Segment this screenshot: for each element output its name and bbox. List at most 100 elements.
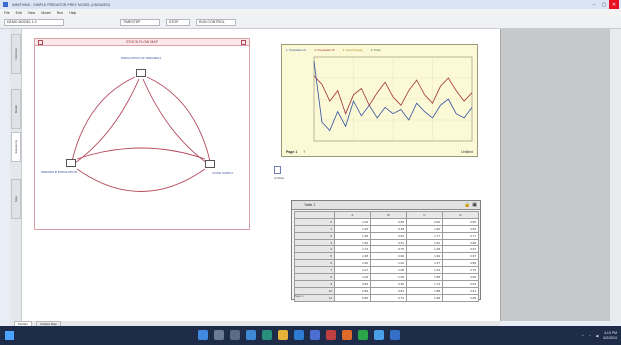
table-lock-icon[interactable]: 🔒 <box>464 202 470 208</box>
table-cell: 1.77 <box>406 231 443 240</box>
menu-help[interactable]: Help <box>69 11 76 15</box>
tab-map-label: Map <box>14 196 18 202</box>
system-tray: ^ ◔ ◀ 4:15 PM 6/2/2024 <box>582 329 617 342</box>
tab-equations[interactable]: Equations <box>11 132 21 162</box>
table-cell: 3.65 <box>442 293 479 302</box>
table-row-header: 6 <box>294 259 335 268</box>
app-green-icon[interactable] <box>358 330 368 340</box>
line-chart-plot <box>313 56 473 142</box>
table-col-header-1: A <box>334 211 371 219</box>
windows-taskbar: ^ ◔ ◀ 4:15 PM 6/2/2024 <box>0 326 621 345</box>
volume-icon[interactable]: ◀ <box>596 334 599 338</box>
file-explorer-icon[interactable] <box>278 330 288 340</box>
network-icon[interactable]: ◔ <box>589 334 591 338</box>
table-cell: 3.97 <box>442 252 479 261</box>
link-c-to-b <box>76 168 206 192</box>
table-panel[interactable]: Table 1 🔒 ▣ ABCD 0 1.00 0.50 2.00 3.50 1 1.25 0… <box>291 200 481 302</box>
menu-run[interactable]: Run <box>57 11 63 15</box>
store-icon[interactable] <box>294 330 304 340</box>
stock-flow-diagram[interactable]: STOCK-FLOW MAP POPULATION OF SPECIES A S… <box>34 38 250 230</box>
menu-file[interactable]: File <box>4 11 10 15</box>
task-view-icon[interactable] <box>230 330 240 340</box>
table-cell: 0.72 <box>370 293 407 302</box>
stock-node-food-supply[interactable] <box>205 160 215 168</box>
vertical-scrollbar[interactable] <box>610 29 621 321</box>
table-row-header: 0 <box>294 217 335 226</box>
close-button[interactable]: ✕ <box>609 0 619 9</box>
table-cell: 3.89 <box>442 238 479 247</box>
table-cell: 0.52 <box>370 231 407 240</box>
table-cell: 1.74 <box>406 279 443 288</box>
tab-interface[interactable]: Interface <box>11 34 21 74</box>
table-row: 3 1.66 0.61 1.62 3.89 <box>294 238 479 247</box>
maximize-button[interactable]: ▢ <box>599 0 609 9</box>
table-cell: 0.89 <box>334 286 371 295</box>
table-row: 9 0.93 0.96 1.74 3.63 <box>294 279 479 288</box>
table-cell: 3.79 <box>442 266 479 275</box>
table-cell: 1.90 <box>406 224 443 233</box>
line-chart-panel[interactable]: 1: Population A 2: Population B 3: Food … <box>281 44 478 157</box>
minimize-button[interactable]: – <box>589 0 599 9</box>
tab-model[interactable]: Model <box>11 89 21 129</box>
table-cell: 1.00 <box>334 217 371 226</box>
table-cell: 1.27 <box>334 266 371 275</box>
table-cell: 0.48 <box>370 224 407 233</box>
table-export-icon[interactable]: ▣ <box>472 202 477 208</box>
table-cell: 0.93 <box>334 279 371 288</box>
legend-item-2: 2: Population B <box>314 48 335 52</box>
app-orange-icon[interactable] <box>342 330 352 340</box>
table-cell: 1.66 <box>334 238 371 247</box>
table-cell: 1.74 <box>334 245 371 254</box>
menu-model[interactable]: Model <box>41 11 51 15</box>
edge-icon[interactable] <box>262 330 272 340</box>
table-cell: 3.69 <box>442 273 479 281</box>
search-taskbar-icon[interactable] <box>214 330 224 340</box>
left-tab-strip: Interface Model Equations Map <box>10 29 22 321</box>
stock-node-species-b[interactable] <box>66 159 76 167</box>
table-row: 2 1.48 0.52 1.77 3.77 <box>294 231 479 240</box>
stock-label-food-supply: FOOD SUPPLY <box>212 171 234 175</box>
table-row: 6 1.50 1.02 1.37 3.89 <box>294 259 479 268</box>
link-b-to-a <box>74 78 140 164</box>
model-name-field[interactable]: DEMO MODEL 1.0 <box>4 18 64 26</box>
chart-page-label[interactable]: Page 1 <box>286 150 297 154</box>
table-cell: 1.50 <box>334 259 371 268</box>
clock[interactable]: 4:15 PM 6/2/2024 <box>603 331 617 340</box>
tab-equations-label: Equations <box>14 140 18 154</box>
chart-footer: Page 1 ? Untitled <box>282 148 477 156</box>
table-cell: 0.90 <box>370 252 407 261</box>
widgets-icon[interactable] <box>246 330 256 340</box>
app-active-icon[interactable] <box>390 330 400 340</box>
app-blue-icon[interactable] <box>374 330 384 340</box>
stock-node-species-a[interactable] <box>136 69 146 77</box>
mail-icon[interactable] <box>310 330 320 340</box>
menu-view[interactable]: View <box>28 11 36 15</box>
start-menu-icon[interactable] <box>198 330 208 340</box>
legend-item-4: 4: Total <box>370 48 381 52</box>
timestep-field[interactable]: TIMESTEP <box>120 18 160 26</box>
clock-date: 6/2/2024 <box>603 335 617 340</box>
table-cell: 0.96 <box>370 279 407 288</box>
table-row-header: 5 <box>294 252 335 261</box>
search-icon[interactable] <box>5 331 14 340</box>
table-cell: 1.02 <box>370 259 407 268</box>
link-b-to-c <box>76 147 206 160</box>
table-row-header: 4 <box>294 245 335 254</box>
table-header-row: ABCD <box>294 211 479 219</box>
tab-interface-label: Interface <box>14 48 18 60</box>
tray-chevron-icon[interactable]: ^ <box>582 334 584 338</box>
table-cell: 1.37 <box>406 259 443 268</box>
table-cell: 3.97 <box>442 245 479 254</box>
table-title: Table 1 <box>304 203 316 207</box>
table-row-header: 3 <box>294 238 335 247</box>
table-cell: 0.75 <box>370 245 407 254</box>
run-control-field[interactable]: RUN CONTROL <box>196 18 236 26</box>
graph-pad-icon[interactable] <box>274 166 281 174</box>
stop-field[interactable]: STOP <box>166 18 190 26</box>
app-red-icon[interactable] <box>326 330 336 340</box>
table-cell: 1.06 <box>334 273 371 281</box>
menu-edit[interactable]: Edit <box>16 11 22 15</box>
tab-model-label: Model <box>14 104 18 114</box>
tab-map[interactable]: Map <box>11 179 21 219</box>
chart-nav-icon[interactable]: ? <box>303 150 305 154</box>
